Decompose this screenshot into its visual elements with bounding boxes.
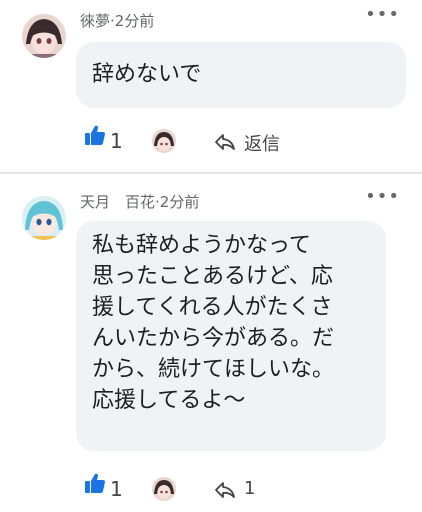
comment-text-line: 私も辞めようかなって	[92, 233, 311, 258]
reply-arrow-icon[interactable]	[214, 132, 236, 152]
comment-text-line: 辞めないで	[92, 62, 202, 87]
reactor-avatar[interactable]	[152, 129, 176, 153]
like-count: 1	[110, 129, 123, 153]
thumbs-up-icon[interactable]	[84, 124, 106, 146]
thumbs-up-icon[interactable]	[84, 472, 106, 494]
more-options-icon[interactable]: •••	[365, 188, 400, 206]
timestamp[interactable]: 2分前	[115, 12, 155, 30]
comment-header: 天月 百花·2分前	[80, 191, 199, 212]
author-name[interactable]: 天月 百花	[80, 193, 155, 211]
comment-bubble: 辞めないで	[76, 42, 406, 108]
comment-text-line: 応援してるよ〜	[92, 388, 246, 413]
reply-button[interactable]: 返信	[244, 130, 280, 156]
comment-text-line: から、続けてほしいな。	[92, 357, 335, 382]
comment-text-line: 思ったことあるけど、応	[92, 264, 333, 289]
user-avatar[interactable]	[22, 196, 66, 240]
comment-text-line: んいたから今がある。だ	[92, 326, 335, 351]
author-name[interactable]: 徠夢	[80, 12, 110, 30]
more-options-icon[interactable]: •••	[365, 6, 400, 24]
comment: 天月 百花·2分前 ••• 私も辞めようかなって 思ったことあるけど、応 援して…	[0, 174, 422, 512]
comment: 徠夢·2分前 ••• 辞めないで 1 返信	[0, 0, 422, 172]
user-avatar[interactable]	[22, 14, 66, 58]
reply-arrow-icon[interactable]	[214, 480, 236, 500]
timestamp[interactable]: 2分前	[160, 193, 200, 211]
comment-text-line: 援してくれる人がたくさ	[92, 295, 333, 320]
reactor-avatar[interactable]	[152, 477, 176, 501]
like-count: 1	[110, 477, 123, 501]
comment-bubble: 私も辞めようかなって 思ったことあるけど、応 援してくれる人がたくさ んいたから…	[76, 221, 386, 451]
reply-count[interactable]: 1	[244, 478, 255, 499]
comment-header: 徠夢·2分前	[80, 10, 154, 31]
